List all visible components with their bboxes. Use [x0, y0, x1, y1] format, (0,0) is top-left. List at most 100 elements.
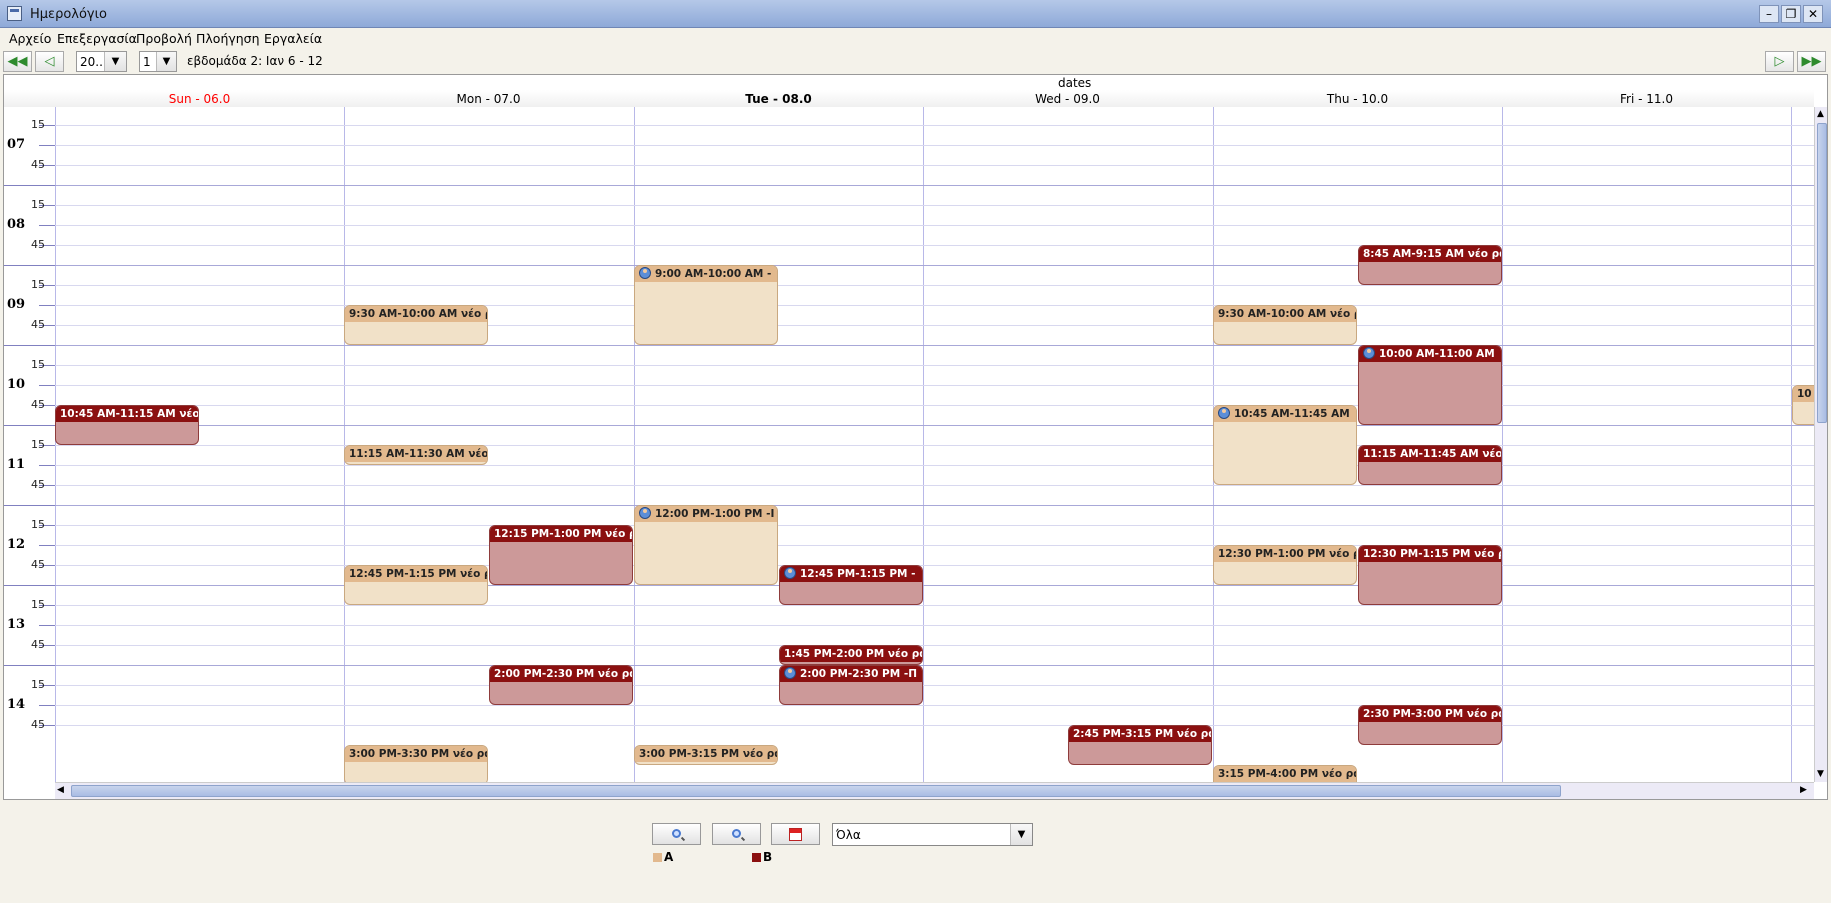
double-left-arrow-icon: ◀◀ — [7, 54, 28, 69]
event-title: 12:45 PM-1:15 PM νέο ρα — [345, 566, 487, 582]
chevron-down-icon[interactable]: ▼ — [1010, 824, 1032, 845]
time-grid[interactable]: 07 15 45 08 15 45 09 15 45 10 15 45 11 15 45 12 15 45 13 15… — [4, 107, 1814, 782]
chevron-down-icon[interactable]: ▼ — [104, 52, 126, 71]
event-title: 10:00 AM-11:00 AM — [1359, 346, 1501, 362]
event-time-text: 2:30 PM-3:00 PM νέο ραν — [1363, 708, 1501, 720]
hour-tick — [4, 425, 55, 426]
event-card[interactable]: 1:45 PM-2:00 PM νέο ραν — [779, 645, 923, 665]
chevron-down-icon[interactable]: ▼ — [156, 52, 176, 71]
event-card[interactable]: 12:30 PM-1:15 PM νέο ρα — [1358, 545, 1502, 605]
day-header-1[interactable]: Mon - 07.0 — [344, 92, 633, 106]
grid-line — [55, 565, 1814, 566]
week-calendar: dates Sun - 06.0 Mon - 07.0 Tue - 08.0 Wed … — [3, 74, 1828, 800]
menu-edit[interactable]: Επεξεργασία — [57, 31, 137, 46]
vertical-scroll-thumb[interactable] — [1817, 123, 1827, 423]
previous-button[interactable]: ◁ — [35, 51, 64, 72]
event-title: 9:00 AM-10:00 AM - — [635, 266, 777, 282]
grid-line — [55, 645, 1814, 646]
grid-line — [55, 145, 1814, 146]
event-card[interactable]: 3:00 PM-3:15 PM νέο ραν — [634, 745, 778, 765]
event-card[interactable]: 10 — [1792, 385, 1814, 425]
week-select[interactable]: 1 ▼ — [139, 51, 177, 72]
event-card[interactable]: 2:00 PM-2:30 PM -Π — [779, 665, 923, 705]
event-card[interactable]: 9:30 AM-10:00 AM νέο ρα — [1213, 305, 1357, 345]
menu-file[interactable]: Αρχείο — [9, 31, 51, 46]
last-page-button[interactable]: ▶▶ — [1797, 51, 1826, 72]
event-time-text: 10 — [1797, 388, 1812, 400]
scroll-down-icon[interactable]: ▼ — [1817, 769, 1824, 779]
event-card[interactable]: 12:00 PM-1:00 PM -Ι — [634, 505, 778, 585]
zoom-in-button[interactable] — [652, 823, 701, 845]
event-title: 12:15 PM-1:00 PM νέο ρα — [490, 526, 632, 542]
event-title: 12:30 PM-1:15 PM νέο ρα — [1359, 546, 1501, 562]
event-time-text: 10:45 AM-11:15 AM νέο ρ — [60, 408, 198, 420]
scroll-right-icon[interactable]: ▶ — [1800, 785, 1807, 795]
event-card[interactable]: 11:15 AM-11:45 AM νέο — [1358, 445, 1502, 485]
minimize-button[interactable]: – — [1759, 5, 1779, 23]
scroll-up-icon[interactable]: ▲ — [1817, 109, 1824, 119]
event-card[interactable]: 11:15 AM-11:30 AM νέο ρ — [344, 445, 488, 465]
grid-line — [55, 185, 1814, 186]
hour-tick — [4, 665, 55, 666]
today-button[interactable] — [771, 823, 820, 845]
hour-tick — [4, 185, 55, 186]
event-card[interactable]: 3:00 PM-3:30 PM νέο ραν — [344, 745, 488, 782]
horizontal-scroll-thumb[interactable] — [71, 785, 1561, 797]
quarter-label: 15 — [31, 358, 45, 371]
event-card[interactable]: 9:00 AM-10:00 AM - — [634, 265, 778, 345]
event-card[interactable]: 12:45 PM-1:15 PM - — [779, 565, 923, 605]
event-time-text: 3:00 PM-3:30 PM νέο ραν — [349, 748, 487, 760]
day-header-5[interactable]: Fri - 11.0 — [1502, 92, 1791, 106]
first-page-button[interactable]: ◀◀ — [3, 51, 32, 72]
zoom-out-button[interactable] — [712, 823, 761, 845]
hour-tick — [4, 265, 55, 266]
event-card[interactable]: 12:15 PM-1:00 PM νέο ρα — [489, 525, 633, 585]
quarter-tick — [39, 305, 55, 306]
maximize-button[interactable]: ❐ — [1781, 5, 1801, 23]
hour-label: 13 — [7, 617, 26, 632]
menu-view[interactable]: Προβολή — [136, 31, 192, 46]
event-time-text: 12:15 PM-1:00 PM νέο ρα — [494, 528, 632, 540]
next-button[interactable]: ▷ — [1765, 51, 1794, 72]
event-card[interactable]: 9:30 AM-10:00 AM νέο ρα — [344, 305, 488, 345]
quarter-label: 45 — [31, 238, 45, 251]
event-card[interactable]: 10:00 AM-11:00 AM — [1358, 345, 1502, 425]
legend-item-a: A — [653, 850, 673, 864]
day-header-0[interactable]: Sun - 06.0 — [55, 92, 344, 106]
menu-navigate[interactable]: Πλοήγηση — [196, 31, 260, 46]
grid-line — [55, 465, 1814, 466]
category-filter-select[interactable]: Όλα ▼ — [832, 823, 1033, 846]
grid-line — [55, 725, 1814, 726]
event-card[interactable]: 12:30 PM-1:00 PM νέο ρα — [1213, 545, 1357, 585]
event-card[interactable]: 10:45 AM-11:15 AM νέο ρ — [55, 405, 199, 445]
event-time-text: 1:45 PM-2:00 PM νέο ραν — [784, 648, 922, 660]
vertical-scrollbar[interactable]: ▲ ▼ — [1814, 107, 1827, 782]
day-header-3[interactable]: Wed - 09.0 — [923, 92, 1212, 106]
event-card[interactable]: 12:45 PM-1:15 PM νέο ρα — [344, 565, 488, 605]
legend-swatch-a — [653, 853, 662, 862]
event-card[interactable]: 2:45 PM-3:15 PM νέο ραν — [1068, 725, 1212, 765]
scroll-left-icon[interactable]: ◀ — [57, 785, 64, 795]
event-card[interactable]: 2:00 PM-2:30 PM νέο ραν — [489, 665, 633, 705]
event-card[interactable]: 2:30 PM-3:00 PM νέο ραν — [1358, 705, 1502, 745]
close-button[interactable]: ✕ — [1803, 5, 1823, 23]
menu-tools[interactable]: Εργαλεία — [264, 31, 322, 46]
hour-label: 10 — [7, 377, 26, 392]
day-header-4[interactable]: Thu - 10.0 — [1213, 92, 1502, 106]
event-card[interactable]: 10:45 AM-11:45 AM — [1213, 405, 1357, 485]
legend-swatch-b — [752, 853, 761, 862]
year-select[interactable]: 20... ▼ — [76, 51, 127, 72]
grid-line — [55, 505, 1814, 506]
title-bar[interactable]: Ημερολόγιο – ❐ ✕ — [0, 0, 1831, 28]
event-time-text: 2:00 PM-2:30 PM -Π — [800, 668, 917, 680]
event-title: 9:30 AM-10:00 AM νέο ρα — [345, 306, 487, 322]
grid-line — [55, 625, 1814, 626]
horizontal-scrollbar[interactable]: ◀ ▶ — [55, 782, 1814, 799]
quarter-label: 45 — [31, 718, 45, 731]
event-title: 3:00 PM-3:30 PM νέο ραν — [345, 746, 487, 762]
event-card[interactable]: 3:15 PM-4:00 PM νέο ραν — [1213, 765, 1357, 782]
day-header-2[interactable]: Tue - 08.0 — [634, 92, 923, 106]
time-column: 07 15 45 08 15 45 09 15 45 10 15 45 11 15 45 12 15 45 13 15… — [4, 107, 55, 782]
quarter-tick — [39, 465, 55, 466]
event-card[interactable]: 8:45 AM-9:15 AM νέο ραν — [1358, 245, 1502, 285]
